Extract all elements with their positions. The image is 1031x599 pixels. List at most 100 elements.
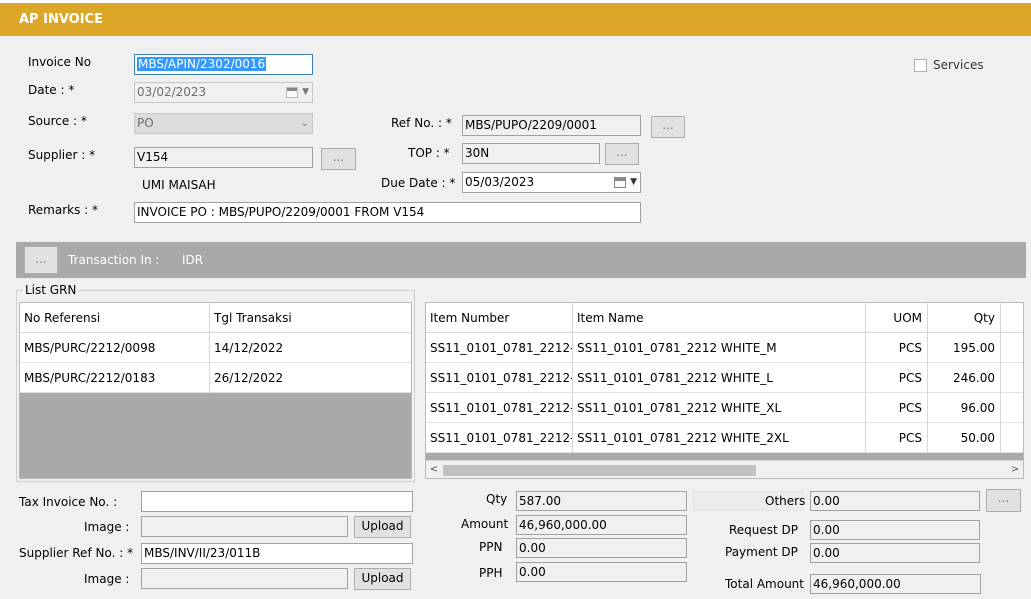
table-row[interactable]: SS11_0101_0781_2212-00 SS11_0101_0781_22… bbox=[426, 423, 1023, 453]
grn-cell-date: 14/12/2022 bbox=[214, 341, 284, 355]
ppn-value: 0.00 bbox=[519, 541, 546, 555]
item-cell-uom: PCS bbox=[898, 341, 922, 355]
tax-invoice-label: Tax Invoice No. : bbox=[19, 495, 118, 509]
calendar-icon bbox=[286, 87, 298, 98]
table-row[interactable]: MBS/PURC/2212/0183 26/12/2022 bbox=[20, 363, 411, 393]
grn-title: List GRN bbox=[22, 283, 80, 297]
top-label: TOP : * bbox=[408, 146, 450, 160]
tax-image-upload-button[interactable]: Upload bbox=[354, 516, 411, 538]
item-cell-name: SS11_0101_0781_2212 WHITE_M bbox=[577, 341, 777, 355]
remarks-field[interactable]: INVOICE PO : MBS/PUPO/2209/0001 FROM V15… bbox=[134, 202, 641, 223]
items-col-item-number[interactable]: Item Number bbox=[426, 303, 573, 333]
supplier-ref-field[interactable]: MBS/INV/II/23/011B bbox=[141, 543, 413, 564]
chevron-down-icon: ▼ bbox=[630, 177, 637, 187]
table-row[interactable]: MBS/PURC/2212/0098 14/12/2022 bbox=[20, 333, 411, 363]
transaction-label: Transaction In : bbox=[68, 253, 160, 267]
item-cell-number: SS11_0101_0781_2212-00 bbox=[430, 431, 573, 445]
tax-image-field bbox=[141, 516, 348, 537]
tax-invoice-field[interactable] bbox=[141, 491, 413, 512]
amount-value: 46,960,000.00 bbox=[519, 518, 607, 532]
request-dp-field: 0.00 bbox=[810, 520, 980, 540]
others-lookup-button[interactable]: ... bbox=[986, 489, 1021, 512]
top-field[interactable]: 30N bbox=[462, 143, 600, 164]
grn-table[interactable]: No Referensi Tgl Transaksi MBS/PURC/2212… bbox=[19, 302, 412, 479]
grn-cell-date: 26/12/2022 bbox=[214, 371, 284, 385]
item-cell-name: SS11_0101_0781_2212 WHITE_L bbox=[577, 371, 773, 385]
item-cell-uom: PCS bbox=[898, 401, 922, 415]
table-row[interactable]: SS11_0101_0781_2212-00 SS11_0101_0781_22… bbox=[426, 363, 1023, 393]
qty-label: Qty bbox=[486, 492, 508, 506]
invoice-no-value: MBS/APIN/2302/0016 bbox=[137, 57, 267, 71]
item-cell-uom: PCS bbox=[898, 431, 922, 445]
pph-value: 0.00 bbox=[519, 565, 546, 579]
request-dp-label: Request DP bbox=[729, 523, 799, 537]
source-select[interactable]: PO ⌄ bbox=[134, 113, 313, 134]
source-value: PO bbox=[137, 116, 154, 130]
others-field: 0.00 bbox=[810, 491, 980, 511]
items-table[interactable]: Item Number Item Name UOM Qty SS11_0101_… bbox=[425, 302, 1024, 479]
amount-label: Amount bbox=[461, 517, 509, 531]
transaction-currency: IDR bbox=[182, 253, 204, 267]
items-col-uom[interactable]: UOM bbox=[866, 303, 928, 333]
grn-col-no-referensi[interactable]: No Referensi bbox=[20, 303, 210, 333]
chevron-down-icon: ▼ bbox=[302, 87, 309, 97]
date-value: 03/02/2023 bbox=[137, 85, 207, 99]
total-amount-label: Total Amount bbox=[725, 577, 804, 591]
chevron-down-icon: ⌄ bbox=[300, 118, 309, 129]
services-checkbox[interactable] bbox=[914, 59, 927, 72]
table-row[interactable]: SS11_0101_0781_2212-00 SS11_0101_0781_22… bbox=[426, 393, 1023, 423]
grn-cell-ref: MBS/PURC/2212/0183 bbox=[24, 371, 156, 385]
column-divider bbox=[927, 303, 928, 453]
ref-no-lookup-button[interactable]: ... bbox=[651, 116, 685, 138]
supplier-name: UMI MAISAH bbox=[142, 178, 216, 192]
remarks-label: Remarks : * bbox=[28, 203, 99, 217]
top-lookup-button[interactable]: ... bbox=[605, 143, 639, 165]
item-cell-uom: PCS bbox=[898, 371, 922, 385]
pph-field: 0.00 bbox=[516, 562, 687, 582]
scrollbar-thumb[interactable] bbox=[443, 465, 756, 476]
ref-no-value: MBS/PUPO/2209/0001 bbox=[465, 118, 597, 132]
ref-no-field[interactable]: MBS/PUPO/2209/0001 bbox=[462, 115, 641, 136]
due-date-picker[interactable]: 05/03/2023 ▼ bbox=[462, 172, 641, 193]
supplier-field[interactable]: V154 bbox=[134, 147, 313, 168]
supplier-label: Supplier : * bbox=[28, 148, 96, 162]
transaction-button[interactable]: ... bbox=[24, 246, 58, 274]
supplier-ref-label: Supplier Ref No. : * bbox=[19, 546, 134, 560]
item-cell-qty: 50.00 bbox=[960, 431, 995, 445]
table-row[interactable]: SS11_0101_0781_2212-00 SS11_0101_0781_22… bbox=[426, 333, 1023, 363]
items-table-header: Item Number Item Name UOM Qty bbox=[426, 303, 1023, 333]
transaction-bar: ... Transaction In : IDR bbox=[16, 242, 1026, 278]
invoice-no-field[interactable]: MBS/APIN/2302/0016 bbox=[134, 54, 313, 75]
scroll-left-icon[interactable]: < bbox=[426, 461, 442, 478]
ppn-field: 0.00 bbox=[516, 538, 687, 558]
column-divider bbox=[209, 303, 210, 393]
qty-value: 587.00 bbox=[519, 494, 561, 508]
item-cell-number: SS11_0101_0781_2212-00 bbox=[430, 401, 573, 415]
due-date-value: 05/03/2023 bbox=[465, 175, 535, 189]
item-cell-name: SS11_0101_0781_2212 WHITE_2XL bbox=[577, 431, 789, 445]
grn-col-tgl-transaksi[interactable]: Tgl Transaksi bbox=[210, 303, 410, 333]
payment-dp-field: 0.00 bbox=[810, 543, 980, 563]
amount-field: 46,960,000.00 bbox=[516, 515, 687, 535]
supplier-lookup-button[interactable]: ... bbox=[321, 148, 356, 170]
items-col-item-name[interactable]: Item Name bbox=[573, 303, 866, 333]
item-cell-number: SS11_0101_0781_2212-00 bbox=[430, 371, 573, 385]
date-picker[interactable]: 03/02/2023 ▼ bbox=[134, 82, 313, 103]
item-cell-qty: 246.00 bbox=[953, 371, 995, 385]
items-horizontal-scrollbar[interactable]: < > bbox=[426, 460, 1023, 478]
pph-label: PPH bbox=[479, 566, 503, 580]
page-title: AP INVOICE bbox=[0, 3, 1031, 36]
supplier-ref-value: MBS/INV/II/23/011B bbox=[144, 546, 261, 560]
items-empty-area bbox=[426, 453, 1023, 460]
grn-table-header: No Referensi Tgl Transaksi bbox=[20, 303, 411, 333]
supplier-value: V154 bbox=[137, 150, 169, 164]
items-col-qty[interactable]: Qty bbox=[928, 303, 1001, 333]
request-dp-value: 0.00 bbox=[813, 523, 840, 537]
item-cell-name: SS11_0101_0781_2212 WHITE_XL bbox=[577, 401, 782, 415]
qty-field: 587.00 bbox=[516, 491, 687, 511]
supplier-ref-upload-button[interactable]: Upload bbox=[354, 568, 411, 590]
scroll-right-icon[interactable]: > bbox=[1007, 461, 1023, 478]
services-label: Services bbox=[933, 58, 984, 72]
others-value: 0.00 bbox=[813, 494, 840, 508]
tax-image-label: Image : bbox=[84, 520, 130, 534]
